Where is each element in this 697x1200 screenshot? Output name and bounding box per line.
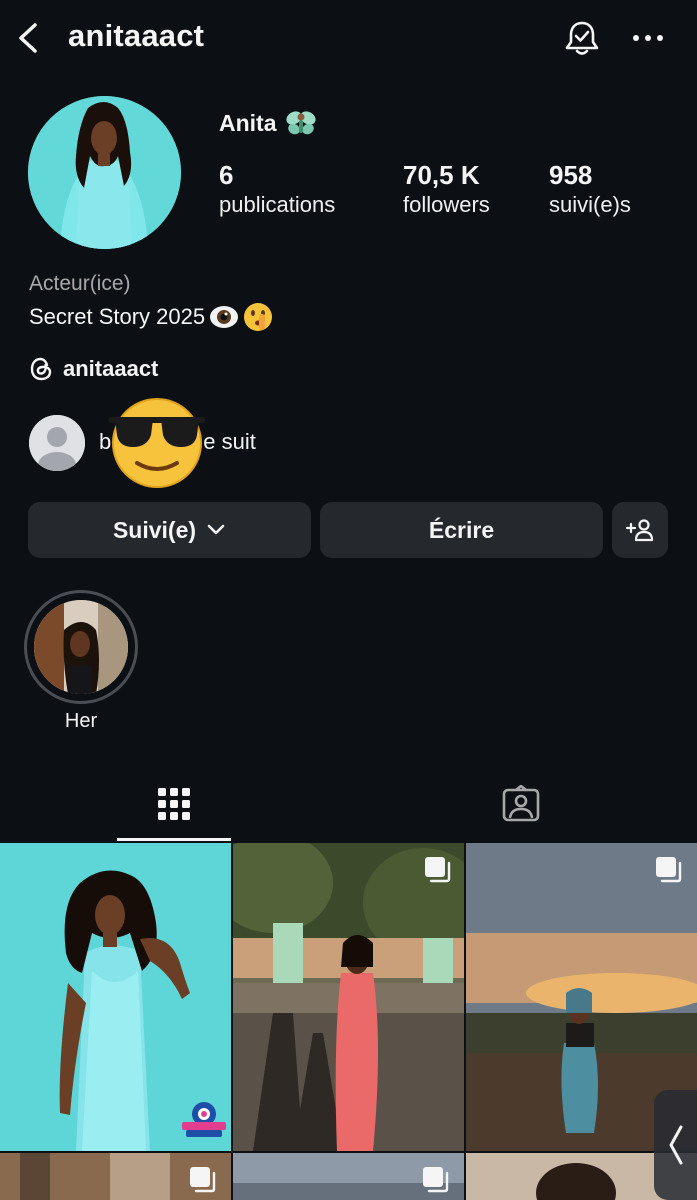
display-name-text: Anita bbox=[219, 109, 277, 136]
multiple-photos-icon bbox=[190, 1167, 216, 1193]
message-button[interactable]: Écrire bbox=[320, 502, 603, 558]
grid-icon bbox=[158, 788, 190, 820]
default-avatar-icon bbox=[29, 415, 85, 471]
highlight-cover-photo bbox=[34, 600, 128, 694]
following-button-label: Suivi(e) bbox=[112, 516, 197, 543]
more-options-icon[interactable] bbox=[630, 26, 666, 50]
highlight-cover bbox=[34, 600, 128, 694]
following-button[interactable]: Suivi(e) bbox=[28, 502, 311, 558]
mutual-suffix: e suit bbox=[203, 429, 256, 454]
chevron-left-icon bbox=[669, 1125, 682, 1165]
mutual-follower-avatar bbox=[29, 415, 85, 471]
bio-text: Secret Story 2025 bbox=[29, 304, 206, 329]
fairy-emoji bbox=[285, 111, 316, 135]
grid-post[interactable] bbox=[0, 1153, 231, 1200]
notification-bell-icon[interactable] bbox=[562, 18, 602, 58]
stat-value: 6 bbox=[219, 160, 234, 190]
profile-username-title: anitaaact bbox=[68, 18, 205, 53]
grid-post[interactable] bbox=[233, 843, 464, 1151]
shushing-face-emoji bbox=[244, 303, 273, 331]
threads-icon bbox=[30, 357, 52, 381]
multiple-photos-icon bbox=[425, 857, 451, 883]
chevron-down-icon bbox=[207, 524, 225, 535]
threads-link[interactable]: anitaaact bbox=[29, 356, 158, 382]
secret-story-logo bbox=[182, 1102, 226, 1137]
multiple-photos-icon bbox=[423, 1167, 449, 1193]
highlight-label: Her bbox=[64, 710, 98, 732]
highlight-ring bbox=[24, 590, 138, 704]
tab-posts-grid[interactable] bbox=[117, 766, 231, 842]
story-highlight[interactable]: Her bbox=[24, 590, 138, 733]
profile-category: Acteur(ice) bbox=[29, 272, 131, 295]
multiple-photos-icon bbox=[656, 857, 682, 883]
posts-grid bbox=[0, 843, 697, 1200]
display-name: Anita bbox=[219, 108, 317, 138]
stat-value: 70,5 K bbox=[403, 160, 480, 190]
side-panel-handle[interactable] bbox=[654, 1090, 697, 1200]
post-photo bbox=[233, 843, 464, 1151]
suggest-users-button[interactable] bbox=[612, 502, 668, 558]
profile-bio: Secret Story 2025 bbox=[29, 302, 273, 332]
stat-label: suivi(e)s bbox=[549, 192, 631, 217]
message-button-label: Écrire bbox=[428, 516, 495, 543]
grid-post[interactable] bbox=[233, 1153, 464, 1200]
threads-handle: anitaaact bbox=[63, 356, 159, 381]
eye-emoji bbox=[210, 306, 239, 328]
profile-avatar[interactable] bbox=[28, 96, 181, 249]
grid-post[interactable] bbox=[0, 843, 231, 1151]
sunglasses-emoji-sticker bbox=[109, 398, 205, 488]
tab-tagged[interactable] bbox=[464, 766, 578, 842]
back-icon[interactable] bbox=[14, 20, 44, 56]
add-person-icon bbox=[625, 519, 654, 542]
tagged-icon bbox=[502, 785, 540, 822]
stat-label: publications bbox=[219, 192, 336, 217]
stat-publications[interactable]: 6 publications bbox=[219, 160, 335, 220]
active-tab-indicator bbox=[117, 838, 231, 841]
profile-header: anitaaact bbox=[0, 0, 697, 78]
stat-label: followers bbox=[403, 192, 490, 217]
stat-value: 958 bbox=[549, 160, 593, 190]
stat-followers[interactable]: 70,5 K followers bbox=[403, 160, 490, 220]
mutual-followers[interactable]: be suit bbox=[29, 398, 329, 488]
stat-following[interactable]: 958 suivi(e)s bbox=[549, 160, 631, 220]
avatar-photo bbox=[28, 96, 181, 249]
